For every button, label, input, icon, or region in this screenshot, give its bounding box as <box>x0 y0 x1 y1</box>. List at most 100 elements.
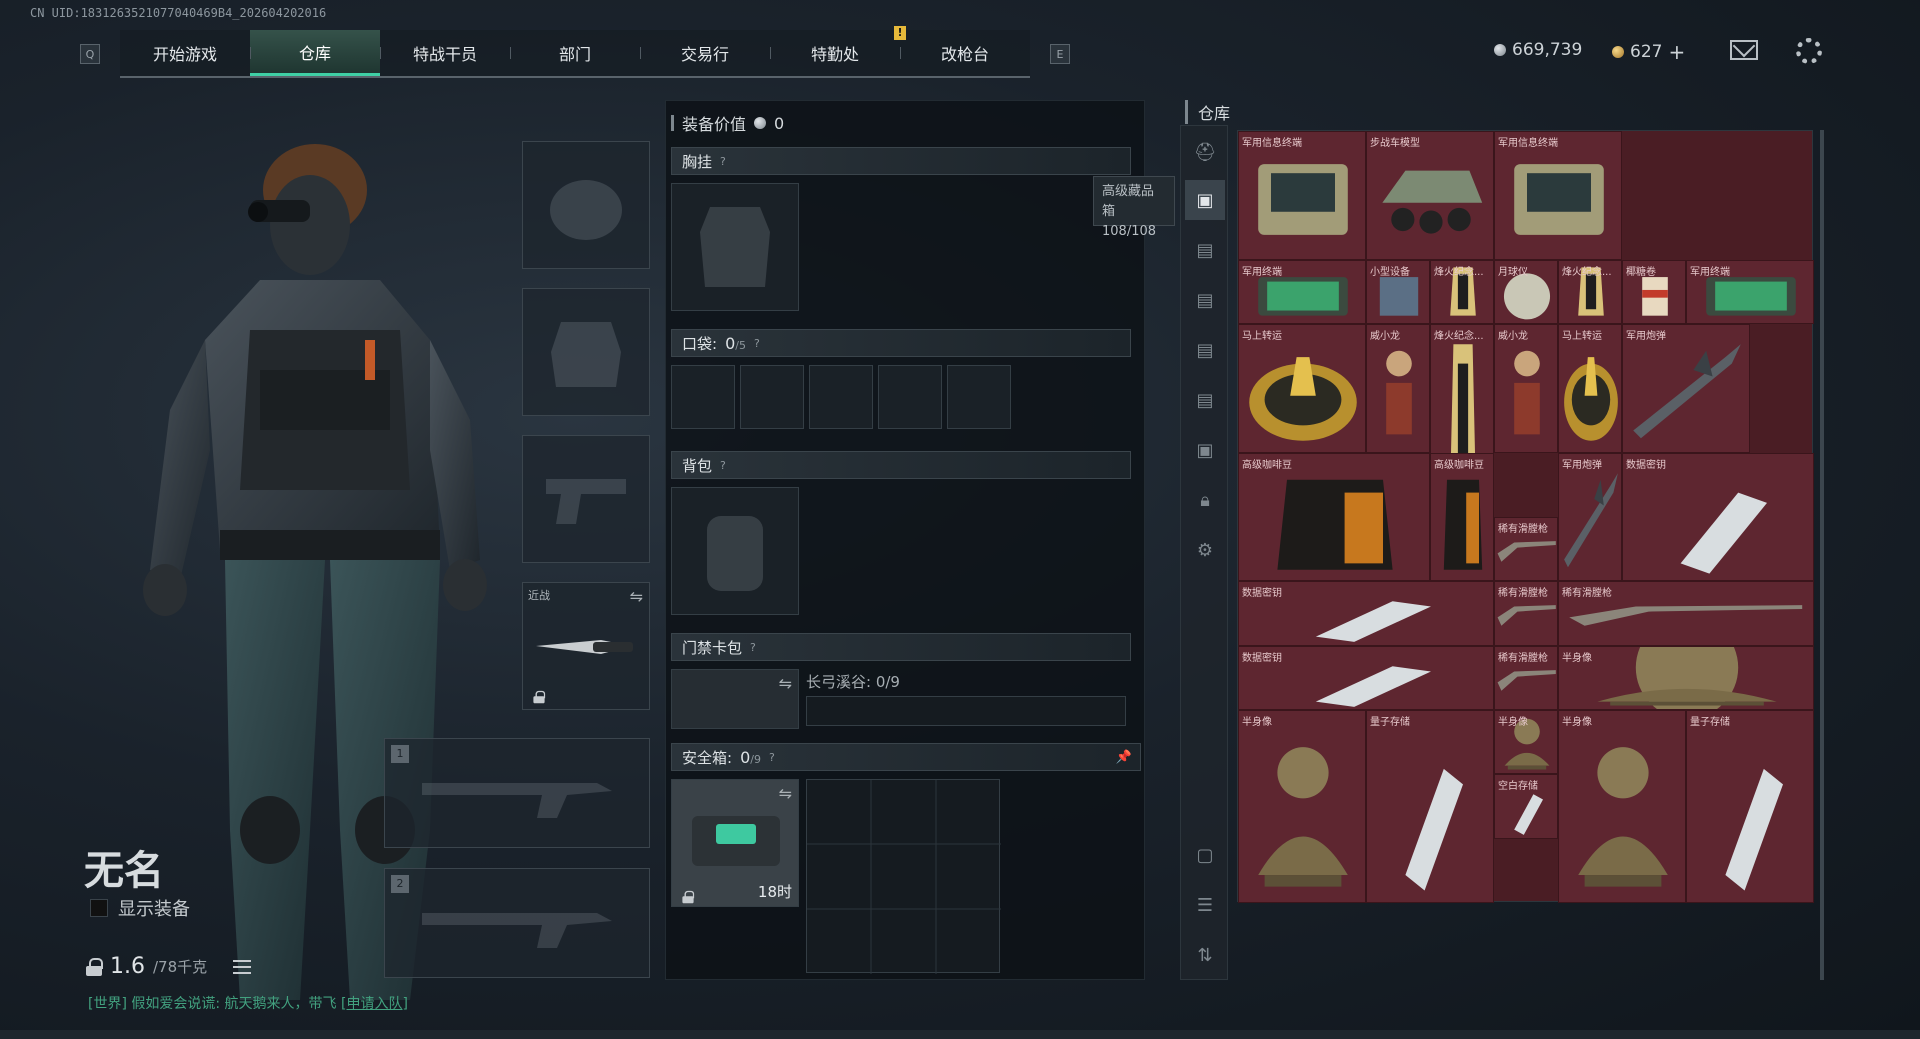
primary-weapon-slot-1[interactable]: 1 <box>384 738 650 848</box>
tab-operators[interactable]: 特战干员 <box>380 30 510 76</box>
bust-icon <box>1597 646 1777 709</box>
safe-box-slot[interactable]: ⇋ 18时 <box>671 779 799 907</box>
weight-current: 1.6 <box>110 954 145 979</box>
pocket-slot[interactable] <box>809 365 873 429</box>
help-icon[interactable]: ? <box>720 155 726 168</box>
warehouse-item[interactable]: 军用终端 <box>1238 259 1366 324</box>
chest-rig-slot[interactable] <box>671 183 799 311</box>
helmet-category-icon[interactable]: ⛑ <box>1191 138 1219 166</box>
safe-icon[interactable]: ▢ <box>1191 841 1219 869</box>
warehouse-item[interactable]: 威小龙 <box>1494 324 1558 453</box>
warehouse-item[interactable]: 椰糖卷 <box>1622 259 1686 324</box>
help-icon[interactable]: ? <box>769 751 775 764</box>
warehouse-item[interactable]: 军用信息终端 <box>1494 131 1622 260</box>
warehouse-item[interactable]: 半身像 <box>1238 710 1366 903</box>
help-icon[interactable]: ? <box>754 337 760 350</box>
show-equipment-checkbox[interactable] <box>90 899 108 917</box>
warehouse-item[interactable]: 小型设备 <box>1366 259 1430 324</box>
swap-icon[interactable]: ⇋ <box>779 674 792 693</box>
keycard-case-slot[interactable]: ⇋ <box>671 669 799 729</box>
warehouse-item[interactable]: 稀有滑膛枪 <box>1494 581 1558 646</box>
safe-box-grid[interactable] <box>806 779 1001 974</box>
pistol-slot[interactable] <box>522 435 650 563</box>
pin-icon[interactable]: 📌 <box>1116 750 1132 765</box>
warehouse-scrollbar[interactable] <box>1820 130 1824 980</box>
mail-icon[interactable] <box>1730 40 1758 60</box>
tab-warehouse[interactable]: 仓库 <box>250 30 380 76</box>
warehouse-item[interactable]: 半身像 <box>1494 710 1558 775</box>
storage-category-icon[interactable]: ▤ <box>1191 286 1219 314</box>
help-icon[interactable]: ? <box>720 459 726 472</box>
warehouse-item[interactable]: 烽火纪念... <box>1558 259 1622 324</box>
gear-icon[interactable] <box>1796 38 1822 64</box>
warehouse-item[interactable]: 稀有滑膛枪 <box>1558 581 1814 646</box>
pocket-slot[interactable] <box>878 365 942 429</box>
list-icon[interactable] <box>233 959 252 974</box>
warehouse-item[interactable]: 数据密钥 <box>1238 645 1494 710</box>
pocket-slot[interactable] <box>671 365 735 429</box>
silver-currency[interactable]: 669,739 <box>1494 40 1582 60</box>
melee-slot[interactable]: 近战 ⇋ <box>522 582 650 710</box>
tab-department[interactable]: 部门 <box>510 30 640 76</box>
warehouse-item[interactable]: 半身像 <box>1558 645 1814 710</box>
backpack-slot[interactable] <box>671 487 799 615</box>
warehouse-item[interactable]: 军用炮弹 <box>1622 324 1750 453</box>
warehouse-item-label: 月球仪 <box>1498 266 1528 278</box>
layers-icon[interactable]: ☰ <box>1191 891 1219 919</box>
warehouse-item[interactable]: 军用终端 <box>1686 259 1814 324</box>
storage-category-icon[interactable]: ▤ <box>1191 386 1219 414</box>
warehouse-item[interactable]: 高级咖啡豆 <box>1430 452 1494 582</box>
warehouse-item[interactable]: 威小龙 <box>1366 324 1430 453</box>
prev-tab-key-hint[interactable]: Q <box>80 44 100 64</box>
warehouse-item[interactable]: 月球仪 <box>1494 259 1558 324</box>
swap-icon[interactable]: ⇋ <box>779 784 792 803</box>
tab-special-ops[interactable]: 特勤处 <box>770 30 900 76</box>
warehouse-item[interactable]: 步战车模型 <box>1366 131 1494 260</box>
pocket-slot[interactable] <box>740 365 804 429</box>
next-tab-key-hint[interactable]: E <box>1050 44 1070 64</box>
tab-trading[interactable]: 交易行 <box>640 30 770 76</box>
tab-gunsmith[interactable]: 改枪台 <box>900 30 1030 76</box>
gold-currency[interactable]: 627 + <box>1612 40 1685 64</box>
warehouse-item[interactable]: 半身像 <box>1558 710 1686 903</box>
warehouse-item-label: 步战车模型 <box>1370 138 1420 149</box>
storage-category-icon[interactable]: ▣ <box>1191 436 1219 464</box>
warehouse-item[interactable]: 军用炮弹 <box>1558 452 1622 582</box>
storage-category-icon[interactable]: ▤ <box>1191 236 1219 264</box>
warehouse-item[interactable]: 马上转运 <box>1558 324 1622 453</box>
lock-icon[interactable]: 🔒︎ <box>1191 486 1219 514</box>
warehouse-item-label: 军用信息终端 <box>1242 138 1302 149</box>
settings-icon[interactable]: ⚙ <box>1191 536 1219 564</box>
warehouse-item[interactable]: 马上转运 <box>1238 324 1366 453</box>
pocket-slot[interactable] <box>947 365 1011 429</box>
storage-category-icon[interactable]: ▤ <box>1191 336 1219 364</box>
warehouse-item[interactable]: 空白存储 <box>1494 774 1558 839</box>
primary-weapon-slot-2[interactable]: 2 <box>384 868 650 978</box>
warehouse-item[interactable]: 军用信息终端 <box>1238 131 1366 260</box>
warehouse-item-label: 数据密钥 <box>1626 459 1666 471</box>
warehouse-item-label: 烽火纪念... <box>1434 331 1484 342</box>
help-icon[interactable]: ? <box>750 641 756 654</box>
join-team-link[interactable]: [申请入队] <box>341 996 408 1012</box>
swap-icon[interactable]: ⇋ <box>630 587 643 606</box>
warehouse-item[interactable]: 稀有滑膛枪 <box>1494 645 1558 710</box>
sort-icon[interactable]: ⇅ <box>1191 941 1219 969</box>
chest-rig-icon <box>700 207 770 287</box>
collection-category-icon[interactable]: ▣ <box>1185 180 1225 220</box>
warehouse-item[interactable]: 量子存储 <box>1686 710 1814 903</box>
warehouse-item[interactable]: 数据密钥 <box>1622 452 1814 582</box>
warehouse-item[interactable]: 数据密钥 <box>1238 581 1494 646</box>
tab-start-game[interactable]: 开始游戏 <box>120 30 250 76</box>
warehouse-item[interactable]: 量子存储 <box>1366 710 1494 903</box>
show-equipment-toggle[interactable]: 显示装备 <box>90 895 190 921</box>
warehouse-item[interactable]: 烽火纪念... <box>1430 259 1494 324</box>
keycard-slots[interactable] <box>806 696 1126 726</box>
silver-coin-icon <box>754 117 767 129</box>
warehouse-item[interactable]: 高级咖啡豆 <box>1238 452 1430 582</box>
warehouse-item[interactable]: 稀有滑膛枪 <box>1494 517 1558 582</box>
helmet-slot[interactable] <box>522 141 650 269</box>
alert-badge: ! <box>894 26 906 40</box>
add-gold-icon[interactable]: + <box>1668 40 1685 64</box>
warehouse-item-label: 空白存储 <box>1498 781 1538 793</box>
armor-slot[interactable] <box>522 288 650 416</box>
